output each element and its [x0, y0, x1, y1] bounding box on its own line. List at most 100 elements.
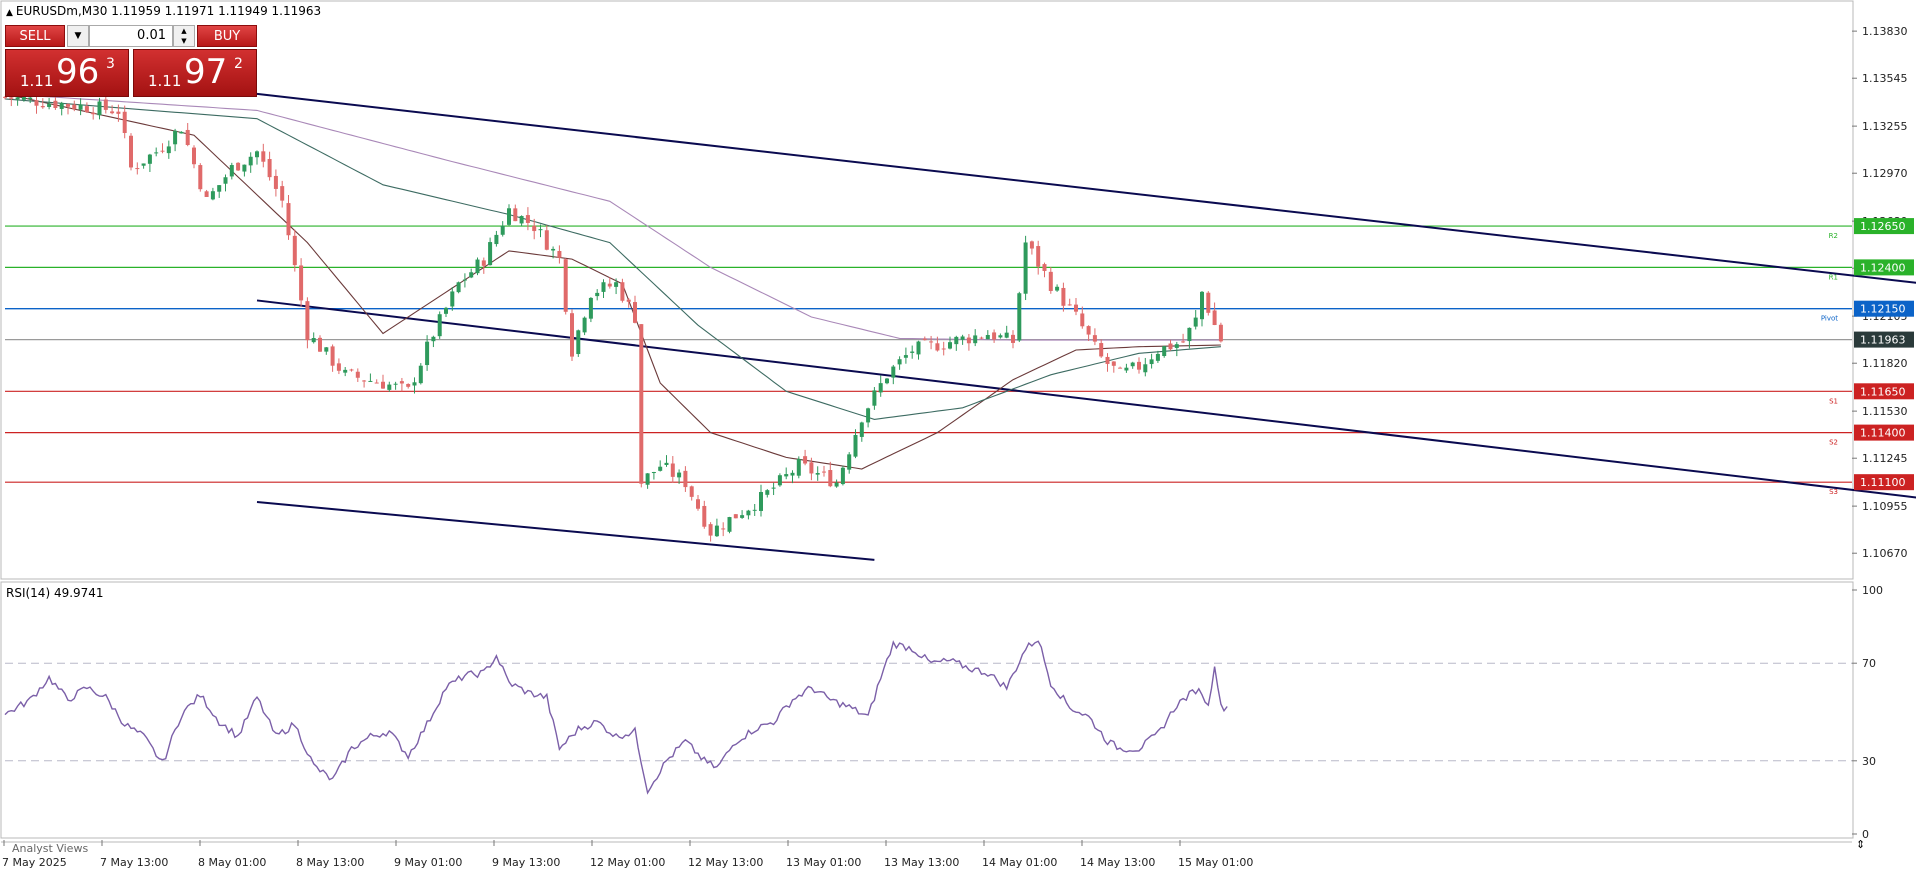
candle-body: [1174, 344, 1179, 348]
volume-input[interactable]: 0.01: [89, 25, 173, 47]
candle-body: [1092, 335, 1097, 342]
candle-body: [91, 112, 96, 115]
candle-body: [614, 282, 619, 287]
candle-body: [248, 156, 253, 166]
candle-body: [381, 381, 385, 389]
trading-chart[interactable]: 1.138301.135451.132551.129701.126801.123…: [0, 0, 1916, 874]
candle-body: [551, 248, 556, 251]
time-tick-label: 13 May 13:00: [884, 856, 959, 869]
price-level-value: 1.11963: [1860, 334, 1906, 347]
candle-body: [708, 524, 713, 536]
level-tag: Pivot: [1821, 315, 1838, 323]
candle-body: [809, 462, 814, 474]
candle-body: [998, 335, 1003, 338]
candle-body: [425, 341, 430, 366]
candle-body: [147, 154, 152, 164]
candle-body: [456, 282, 461, 293]
candle-body: [885, 378, 889, 384]
candle-body: [1011, 334, 1015, 343]
buy-button[interactable]: BUY: [197, 25, 257, 47]
candle-body: [815, 472, 820, 475]
candle-body: [1074, 304, 1078, 312]
candle-body: [242, 164, 247, 172]
stepper-down-icon[interactable]: ▼: [174, 36, 194, 46]
candle-body: [639, 324, 644, 484]
candle-body: [557, 250, 562, 258]
time-tick-label: 12 May 13:00: [688, 856, 763, 869]
stepper-up-icon[interactable]: ▲: [174, 26, 194, 36]
candle-body: [481, 260, 486, 266]
candle-body: [116, 111, 121, 114]
candle-body: [324, 347, 329, 352]
candle-body: [1004, 332, 1009, 338]
analyst-views-tab[interactable]: Analyst Views: [12, 842, 88, 855]
price-level-value: 1.11100: [1860, 476, 1906, 489]
candle-body: [1206, 292, 1211, 313]
sell-button[interactable]: SELL: [5, 25, 65, 47]
price-tick-label: 1.11820: [1862, 357, 1908, 370]
candle-body: [973, 335, 978, 344]
time-tick-label: 9 May 01:00: [394, 856, 462, 869]
candle-body: [1200, 291, 1204, 320]
candle-body: [166, 146, 171, 154]
candle-body: [330, 346, 335, 366]
candle-body: [866, 408, 871, 423]
candle-body: [733, 514, 738, 519]
rsi-pane[interactable]: [0, 581, 1854, 839]
candle-body: [633, 302, 637, 323]
candle-body: [683, 470, 688, 488]
candle-body: [204, 191, 209, 197]
candle-body: [1149, 359, 1154, 365]
time-axis: 7 May 2025 7 May 13:00 8 May 01:00 8 May 13…: [2, 840, 1253, 869]
candle-body: [1086, 326, 1091, 335]
time-tick-label: 14 May 13:00: [1080, 856, 1155, 869]
candle-body: [828, 470, 833, 487]
candle-body: [3, 96, 7, 98]
candle-body: [311, 338, 316, 343]
candle-body: [588, 297, 593, 319]
candle-body: [141, 163, 146, 166]
candle-body: [462, 279, 467, 281]
level-tag: S3: [1829, 488, 1838, 496]
candle-body: [954, 336, 959, 345]
level-tag: R1: [1829, 273, 1838, 281]
candle-body: [664, 462, 669, 465]
price-level-value: 1.11400: [1860, 427, 1906, 440]
candle-body: [563, 259, 568, 312]
candle-body: [469, 272, 474, 278]
rsi-label: RSI(14) 49.9741: [6, 586, 104, 600]
price-pane[interactable]: [0, 0, 1854, 580]
candle-body: [696, 499, 700, 509]
candle-body: [1124, 367, 1129, 371]
candle-body: [796, 458, 801, 476]
time-tick-label: 14 May 01:00: [982, 856, 1057, 869]
volume-stepper[interactable]: ▲ ▼: [173, 25, 195, 47]
candle-body: [714, 525, 719, 537]
candle-body: [519, 216, 524, 224]
candle-body: [494, 234, 499, 245]
candle-body: [192, 147, 196, 165]
pane-resize-icon[interactable]: ⇕: [1856, 838, 1865, 851]
buy-price-button[interactable]: 1.11 97 2: [133, 49, 257, 97]
candle-body: [960, 336, 965, 340]
candle-body: [368, 380, 373, 382]
time-tick-label: 8 May 13:00: [296, 856, 364, 869]
candle-body: [185, 129, 190, 145]
candle-body: [595, 292, 600, 297]
volume-dropdown-icon[interactable]: ▼: [67, 25, 89, 47]
candle-body: [299, 265, 304, 301]
buy-price-pips: 97: [184, 52, 228, 92]
price-tick-label: 1.13255: [1862, 120, 1908, 133]
candle-body: [570, 313, 574, 357]
sell-price-button[interactable]: 1.11 96 3: [5, 49, 129, 97]
candle-body: [834, 482, 839, 487]
candle-body: [1193, 317, 1198, 327]
candle-body: [255, 151, 259, 158]
candle-body: [601, 282, 606, 292]
collapse-triangle-icon[interactable]: ▲: [6, 8, 13, 18]
one-click-trading-panel: SELL ▼ 0.01 ▲ ▼ BUY 1.11 96 3 1.11 97 2: [5, 25, 257, 97]
candle-body: [336, 363, 341, 371]
candle-body: [500, 225, 505, 235]
candle-body: [507, 208, 511, 225]
candle-body: [771, 487, 776, 489]
